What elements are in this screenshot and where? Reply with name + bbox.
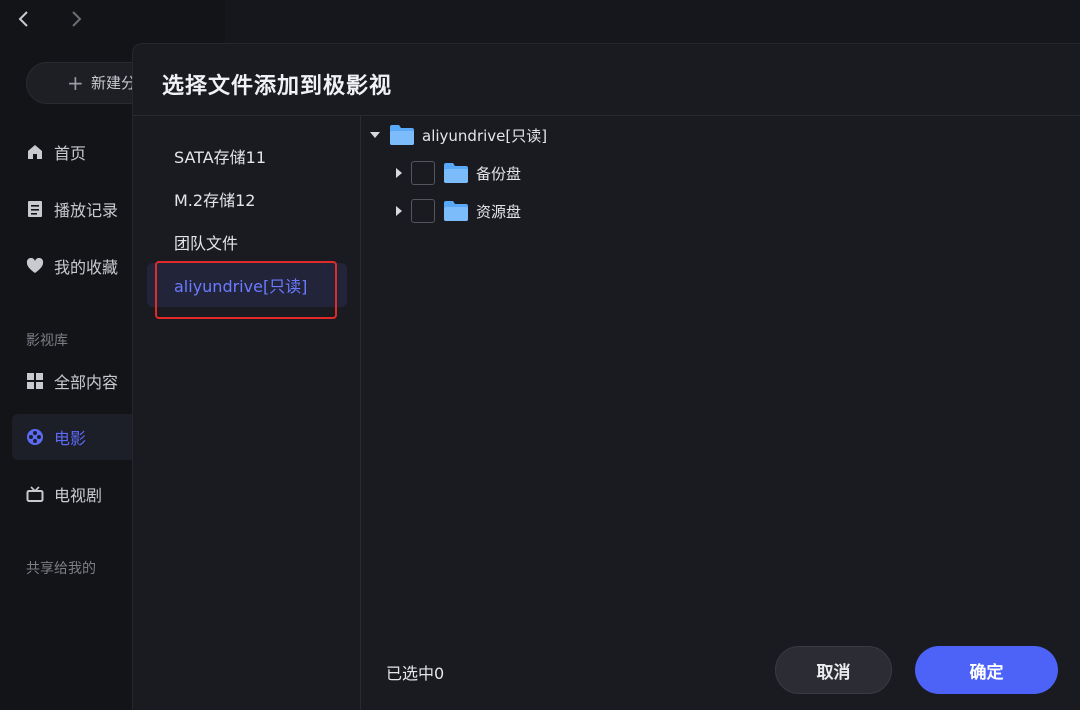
forward-arrow-icon[interactable] (62, 8, 90, 36)
folder-icon (443, 200, 469, 222)
tree-row[interactable]: 资源盘 (393, 198, 521, 224)
caret-right-icon[interactable] (393, 205, 405, 217)
sidebar-item-label: 播放记录 (54, 201, 119, 220)
caret-down-icon[interactable] (369, 129, 381, 141)
tree-item-label: 备份盘 (476, 164, 522, 183)
tree-item-label: 资源盘 (476, 202, 522, 221)
sidebar-item-label: 全部内容 (54, 373, 119, 392)
source-item-label: 团队文件 (174, 234, 239, 253)
heart-icon (26, 257, 44, 275)
tree-root-label: aliyundrive[只读] (422, 126, 548, 145)
source-item-sata[interactable]: SATA存储11 (147, 134, 347, 178)
shared-heading: 共享给我的 (26, 561, 96, 577)
home-icon (26, 143, 44, 161)
history-icon (26, 200, 44, 218)
annotation-highlight-box (155, 261, 337, 319)
folder-checkbox[interactable] (411, 199, 435, 223)
dialog-title: 选择文件添加到极影视 (162, 74, 393, 99)
back-arrow-icon[interactable] (10, 8, 38, 36)
source-list: SATA存储11 M.2存储12 团队文件 aliyundrive[只读] (133, 116, 361, 710)
source-item-label: M.2存储12 (174, 191, 256, 210)
new-folder-label: 新建分 (91, 74, 137, 92)
confirm-button[interactable]: 确定 (915, 646, 1058, 694)
caret-right-icon[interactable] (393, 167, 405, 179)
folder-checkbox[interactable] (411, 161, 435, 185)
source-item-label: SATA存储11 (174, 148, 266, 167)
tv-icon (26, 485, 44, 503)
select-files-dialog: 选择文件添加到极影视 SATA存储11 M.2存储12 团队文件 aliyund… (132, 43, 1080, 710)
source-item-team-files[interactable]: 团队文件 (147, 220, 347, 264)
source-item-m2[interactable]: M.2存储12 (147, 177, 347, 221)
tree-root-row[interactable]: aliyundrive[只读] (369, 122, 547, 148)
cancel-button[interactable]: 取消 (775, 646, 892, 694)
plus-icon: + (67, 71, 84, 95)
film-reel-icon (26, 428, 44, 446)
folder-icon (389, 124, 415, 146)
sidebar-item-label: 我的收藏 (54, 258, 119, 277)
sidebar-item-label: 首页 (54, 144, 87, 163)
library-heading: 影视库 (26, 333, 68, 349)
sidebar-item-label: 电视剧 (54, 486, 103, 505)
grid-icon (26, 372, 44, 390)
tree-row[interactable]: 备份盘 (393, 160, 521, 186)
selected-count: 已选中0 (386, 664, 445, 683)
folder-icon (443, 162, 469, 184)
sidebar-item-label: 电影 (54, 429, 87, 448)
